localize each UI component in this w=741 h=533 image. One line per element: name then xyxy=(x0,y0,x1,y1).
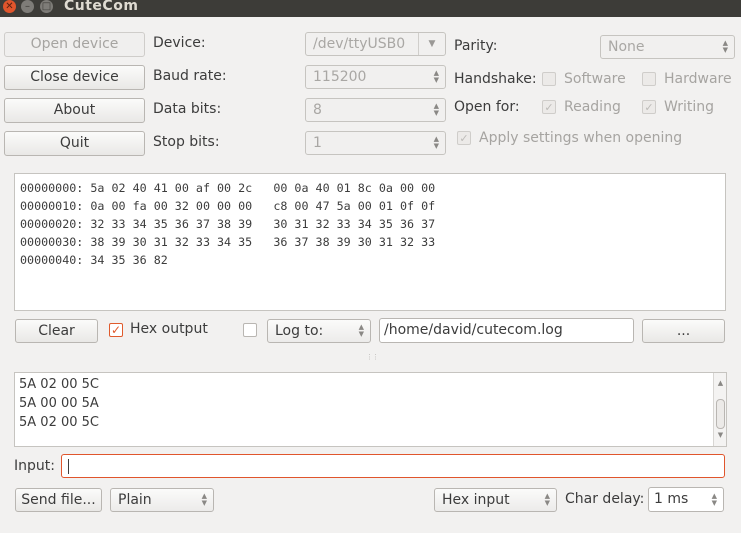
spin-arrows-icon: ▲ ▼ xyxy=(201,492,207,507)
maximize-icon: □ xyxy=(41,1,52,12)
window-title: CuteCom xyxy=(64,0,139,14)
input-mode-combo[interactable]: Hex input ▲ ▼ xyxy=(434,488,557,512)
parity-label: Parity: xyxy=(454,38,498,54)
hardware-label: Hardware xyxy=(664,71,732,87)
text-caret xyxy=(68,459,69,474)
char-delay-label: Char delay: xyxy=(565,491,645,507)
minimize-icon: – xyxy=(25,1,30,12)
open-for-label: Open for: xyxy=(454,99,520,115)
data-bits-spin[interactable]: 8 ▲ ▼ xyxy=(305,98,446,122)
input-field[interactable] xyxy=(61,454,725,478)
spin-arrows-icon: ▲ ▼ xyxy=(433,135,439,150)
reading-label: Reading xyxy=(564,99,621,115)
reading-checkbox[interactable]: ✓ xyxy=(542,100,556,114)
send-file-button[interactable]: Send file... xyxy=(15,488,102,512)
log-to-checkbox[interactable] xyxy=(243,323,257,337)
baud-rate-label: Baud rate: xyxy=(153,68,227,84)
about-button[interactable]: About xyxy=(4,98,145,123)
list-item[interactable]: 5A 00 00 5A xyxy=(19,394,726,413)
check-icon: ✓ xyxy=(544,101,554,114)
chevron-down-icon: ▼ xyxy=(418,33,445,55)
software-checkbox[interactable] xyxy=(542,72,556,86)
apply-settings-label: Apply settings when opening xyxy=(479,130,683,146)
output-line: 00000020: 32 33 34 35 36 37 38 39 30 31 … xyxy=(20,217,436,231)
hex-output-checkbox[interactable]: ✓ xyxy=(109,323,123,337)
stop-bits-spin[interactable]: 1 ▲ ▼ xyxy=(305,131,446,155)
writing-checkbox[interactable]: ✓ xyxy=(642,100,656,114)
splitter-handle[interactable]: ⋮⋮ xyxy=(366,354,379,361)
data-bits-label: Data bits: xyxy=(153,101,222,117)
input-label: Input: xyxy=(14,458,55,474)
log-to-combo[interactable]: Log to: ▲ ▼ xyxy=(267,319,371,343)
browse-button[interactable]: ... xyxy=(642,319,725,343)
scrollbar-thumb[interactable] xyxy=(716,399,725,429)
device-label: Device: xyxy=(153,35,206,51)
writing-label: Writing xyxy=(664,99,714,115)
list-item[interactable]: 5A 02 00 5C xyxy=(19,413,726,432)
clear-button[interactable]: Clear xyxy=(15,319,98,343)
stop-bits-label: Stop bits: xyxy=(153,134,220,150)
baud-rate-spin[interactable]: 115200 ▲ ▼ xyxy=(305,65,446,89)
close-window-button[interactable]: ✕ xyxy=(3,0,16,13)
spin-arrows-icon: ▲ ▼ xyxy=(358,323,364,338)
parity-combo[interactable]: None ▲ ▼ xyxy=(600,35,735,59)
send-mode-combo[interactable]: Plain ▲ ▼ xyxy=(110,488,214,512)
scroll-down-icon[interactable]: ▼ xyxy=(716,426,725,445)
spin-arrows-icon: ▲ ▼ xyxy=(722,39,728,54)
software-label: Software xyxy=(564,71,626,87)
handshake-label: Handshake: xyxy=(454,71,537,87)
hardware-checkbox[interactable] xyxy=(642,72,656,86)
sent-history-list[interactable]: 5A 02 00 5C 5A 00 00 5A 5A 02 00 5C ▲ ▼ xyxy=(14,372,727,447)
spin-arrows-icon: ▲ ▼ xyxy=(433,102,439,117)
output-line: 00000000: 5a 02 40 41 00 af 00 2c 00 0a … xyxy=(20,181,436,195)
spin-arrows-icon: ▲ ▼ xyxy=(433,69,439,84)
char-delay-spin[interactable]: 1 ms ▲ ▼ xyxy=(648,487,724,512)
spin-arrows-icon: ▲ ▼ xyxy=(711,491,717,507)
output-line: 00000040: 34 35 36 82 xyxy=(20,253,168,267)
list-item[interactable]: 5A 02 00 5C xyxy=(19,375,726,394)
open-device-button[interactable]: Open device xyxy=(4,32,145,57)
maximize-window-button[interactable]: □ xyxy=(40,0,53,13)
spin-arrows-icon: ▲ ▼ xyxy=(544,492,550,507)
quit-button[interactable]: Quit xyxy=(4,131,145,156)
minimize-window-button[interactable]: – xyxy=(21,0,34,13)
check-icon: ✓ xyxy=(459,132,469,145)
scroll-up-icon[interactable]: ▲ xyxy=(716,374,725,393)
output-line: 00000030: 38 39 30 31 32 33 34 35 36 37 … xyxy=(20,235,436,249)
check-icon: ✓ xyxy=(644,101,654,114)
close-device-button[interactable]: Close device xyxy=(4,65,145,90)
vertical-scrollbar[interactable]: ▲ ▼ xyxy=(713,373,726,446)
output-display[interactable]: 00000000: 5a 02 40 41 00 af 00 2c 00 0a … xyxy=(14,173,726,311)
hex-output-label: Hex output xyxy=(130,321,208,337)
output-line: 00000010: 0a 00 fa 00 32 00 00 00 c8 00 … xyxy=(20,199,436,213)
close-icon: ✕ xyxy=(5,1,14,12)
device-combo[interactable]: /dev/ttyUSB0 ▼ xyxy=(305,32,446,56)
apply-settings-checkbox[interactable]: ✓ xyxy=(457,131,471,145)
log-path-field[interactable]: /home/david/cutecom.log xyxy=(379,318,634,343)
check-icon: ✓ xyxy=(110,323,122,337)
